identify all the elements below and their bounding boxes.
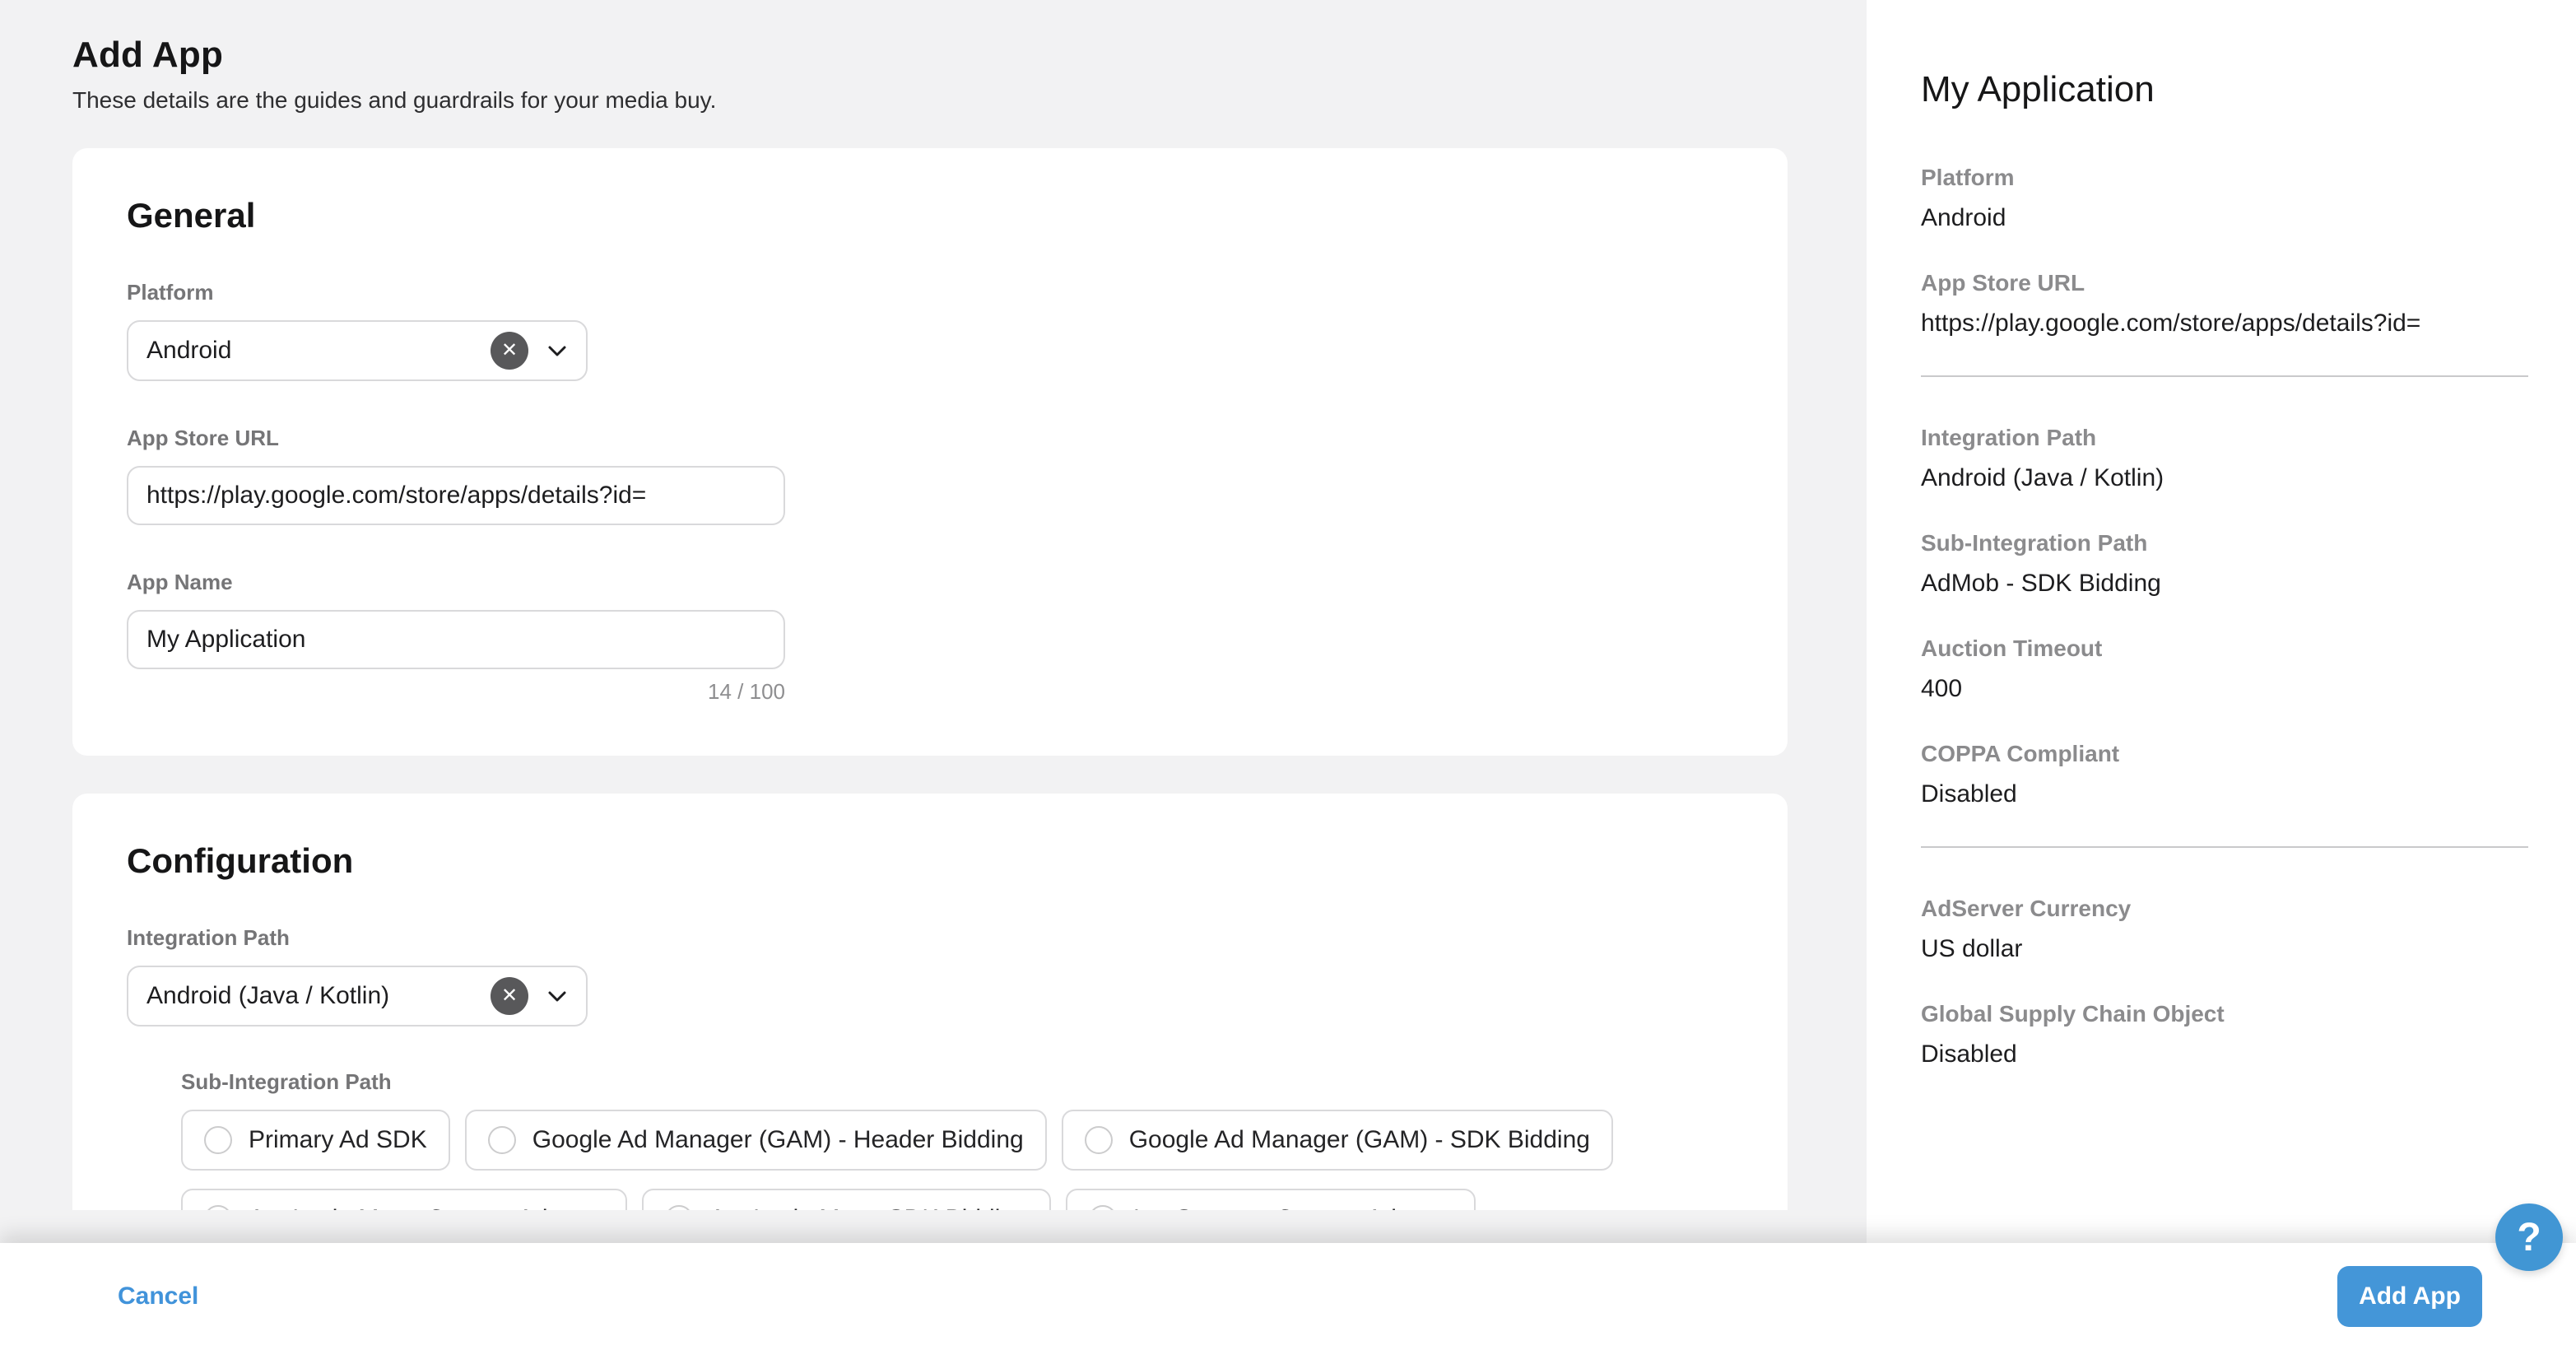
radio-icon	[204, 1205, 232, 1210]
app-store-url-input[interactable]	[127, 466, 785, 525]
integration-path-field: Integration Path Android (Java / Kotlin)…	[127, 925, 1733, 1026]
summary-field-adserver-currency: AdServer Currency US dollar	[1921, 896, 2528, 963]
app-name-field: App Name 14 / 100	[127, 570, 1733, 705]
form-scroll-area: Add App These details are the guides and…	[0, 0, 1867, 1210]
radio-option-applovin-sdk-bidding[interactable]: AppLovin Max - SDK Bidding	[642, 1189, 1051, 1210]
integration-path-select[interactable]: Android (Java / Kotlin) ✕	[127, 966, 588, 1026]
clear-x-icon: ✕	[501, 341, 518, 361]
general-card: General Platform Android ✕ App Store URL	[72, 148, 1788, 756]
configuration-card: Configuration Integration Path Android (…	[72, 794, 1788, 1210]
radio-option-primary-ad-sdk[interactable]: Primary Ad SDK	[181, 1110, 450, 1171]
summary-field-coppa-compliant: COPPA Compliant Disabled	[1921, 741, 2528, 808]
chevron-down-icon	[545, 984, 570, 1008]
platform-field: Platform Android ✕	[127, 280, 1733, 381]
platform-select-value: Android	[146, 337, 491, 365]
integration-path-select-value: Android (Java / Kotlin)	[146, 982, 491, 1010]
clear-x-icon: ✕	[501, 986, 518, 1006]
add-app-page: Add App These details are the guides and…	[0, 0, 2576, 1350]
configuration-heading: Configuration	[127, 841, 1733, 881]
page-subtitle: These details are the guides and guardra…	[72, 87, 1788, 114]
radio-icon	[665, 1205, 693, 1210]
app-name-input[interactable]	[127, 610, 785, 669]
sub-integration-path-label: Sub-Integration Path	[181, 1069, 1733, 1095]
summary-field-integration-path: Integration Path Android (Java / Kotlin)	[1921, 425, 2528, 492]
summary-panel: My Application Platform Android App Stor…	[1867, 0, 2576, 1350]
radio-option-applovin-custom-adapter[interactable]: AppLovin Max - Custom Adapter	[181, 1189, 627, 1210]
radio-icon	[488, 1126, 516, 1154]
app-name-char-counter: 14 / 100	[127, 679, 785, 705]
radio-option-gam-header-bidding[interactable]: Google Ad Manager (GAM) - Header Bidding	[465, 1110, 1047, 1171]
summary-divider	[1921, 846, 2528, 848]
summary-field-global-supply-chain-object: Global Supply Chain Object Disabled	[1921, 1001, 2528, 1068]
radio-icon	[1085, 1126, 1113, 1154]
radio-option-ironsource-custom-adapter[interactable]: IronSource - Custom Adapter	[1066, 1189, 1476, 1210]
platform-select[interactable]: Android ✕	[127, 320, 588, 381]
radio-icon	[1089, 1205, 1117, 1210]
add-app-button[interactable]: Add App	[2337, 1266, 2482, 1327]
radio-icon	[204, 1126, 232, 1154]
radio-option-gam-sdk-bidding[interactable]: Google Ad Manager (GAM) - SDK Bidding	[1062, 1110, 1613, 1171]
chevron-down-icon	[545, 338, 570, 363]
summary-title: My Application	[1921, 69, 2528, 110]
question-mark-icon: ?	[2517, 1215, 2541, 1260]
page-title: Add App	[72, 35, 1788, 76]
integration-path-clear-button[interactable]: ✕	[491, 977, 528, 1015]
integration-path-label: Integration Path	[127, 925, 1733, 951]
app-store-url-field: App Store URL	[127, 426, 1733, 525]
sub-integration-radio-group: Primary Ad SDK Google Ad Manager (GAM) -…	[181, 1110, 1733, 1210]
summary-divider	[1921, 375, 2528, 377]
app-name-label: App Name	[127, 570, 1733, 595]
platform-clear-button[interactable]: ✕	[491, 332, 528, 370]
summary-field-sub-integration-path: Sub-Integration Path AdMob - SDK Bidding	[1921, 530, 2528, 598]
help-button[interactable]: ?	[2495, 1203, 2563, 1271]
summary-field-auction-timeout: Auction Timeout 400	[1921, 635, 2528, 703]
platform-label: Platform	[127, 280, 1733, 305]
summary-field-app-store-url: App Store URL https://play.google.com/st…	[1921, 270, 2528, 338]
footer-bar: Cancel Add App	[0, 1243, 2576, 1350]
sub-integration-section: Sub-Integration Path Primary Ad SDK Goog…	[181, 1069, 1733, 1210]
summary-field-platform: Platform Android	[1921, 165, 2528, 232]
general-heading: General	[127, 196, 1733, 235]
app-store-url-label: App Store URL	[127, 426, 1733, 451]
cancel-button[interactable]: Cancel	[118, 1282, 198, 1310]
